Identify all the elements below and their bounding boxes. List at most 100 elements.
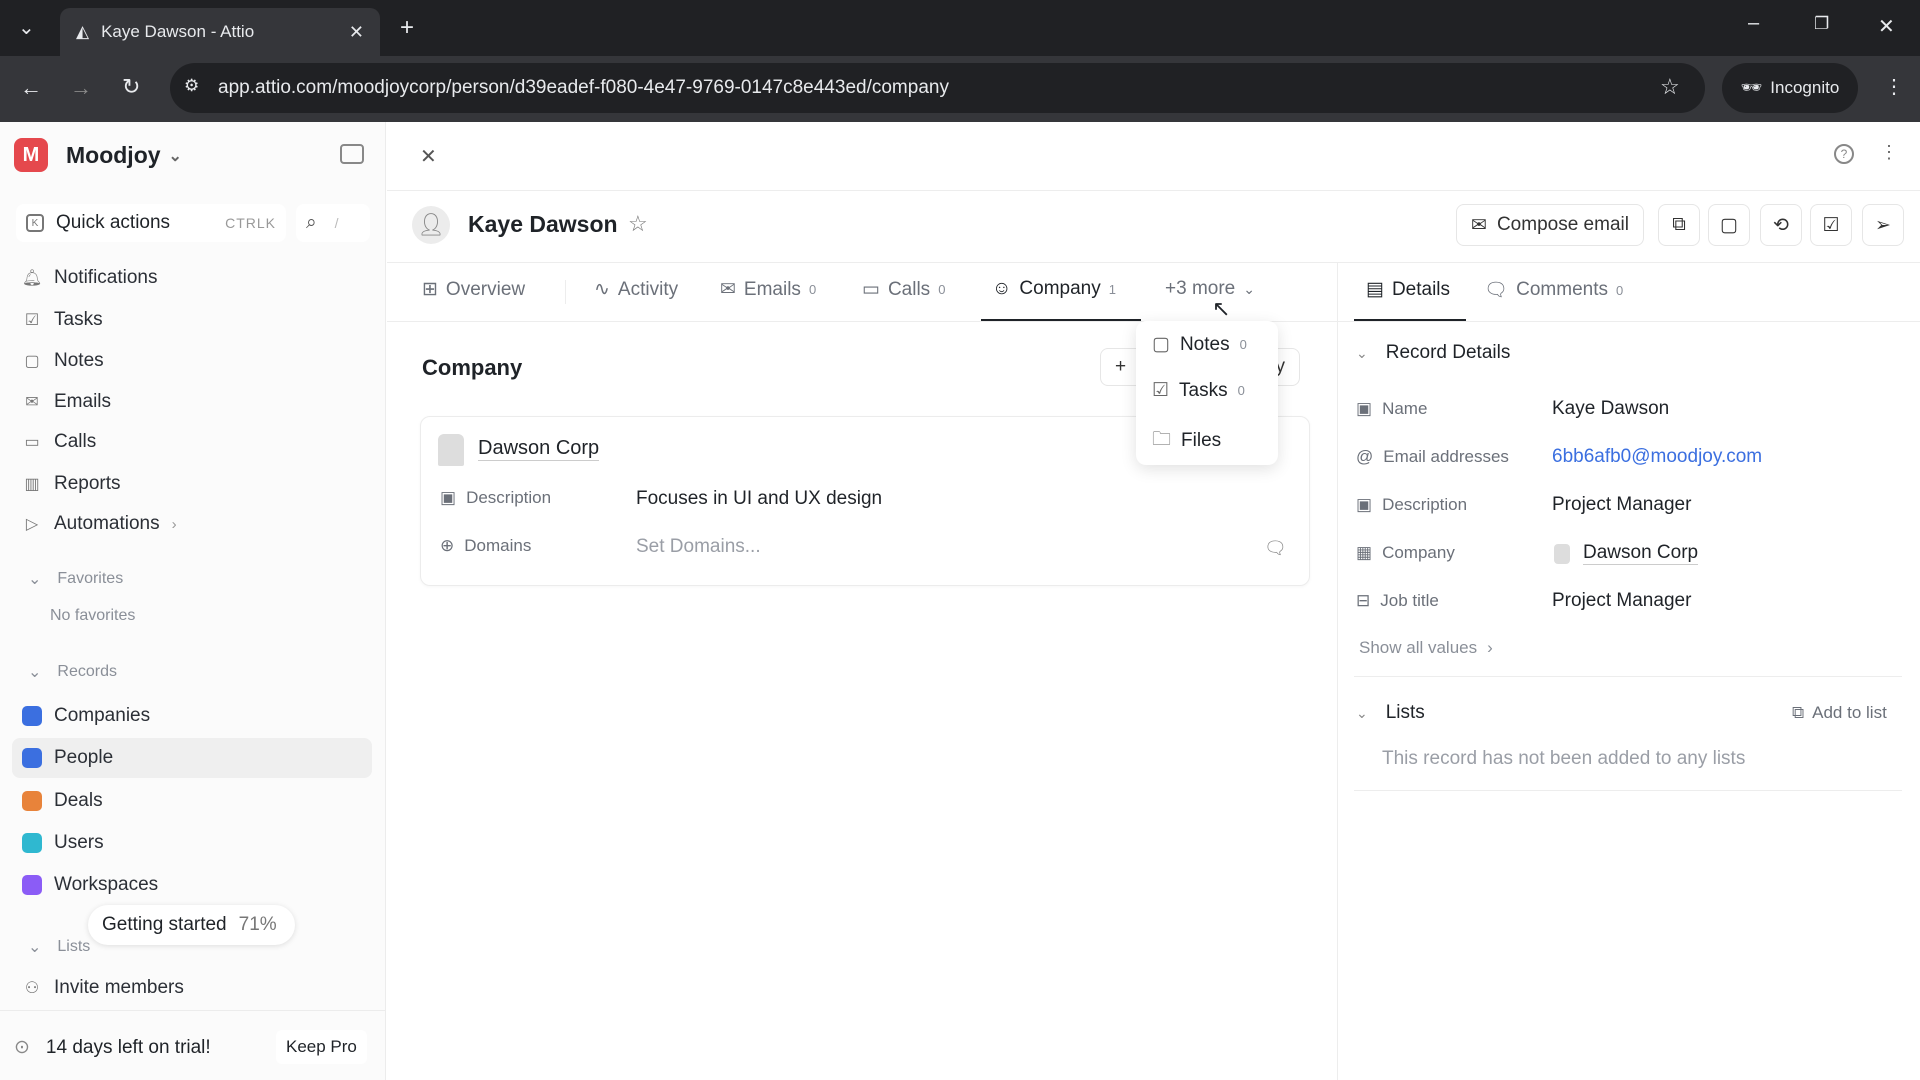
records-header[interactable]: ⌄ Records xyxy=(28,662,117,682)
chevron-right-icon: › xyxy=(171,515,177,533)
checkbox-icon: ☑ xyxy=(24,312,40,329)
nav-label: Users xyxy=(54,832,104,853)
tab-comments[interactable]: 🗨︎ Comments 0 xyxy=(1484,278,1623,302)
forward-icon[interactable]: → xyxy=(70,75,92,101)
tab-details[interactable]: ▤ Details xyxy=(1366,278,1450,301)
close-tab-icon[interactable]: ✕ xyxy=(349,22,364,43)
panel-divider xyxy=(1337,262,1338,1080)
video-icon: ▭ xyxy=(862,279,880,300)
search-shortcut: / xyxy=(334,215,339,231)
minimize-icon[interactable]: – xyxy=(1748,12,1759,35)
add-note-icon[interactable]: ▢ xyxy=(1708,204,1750,246)
favorites-header[interactable]: ⌄ Favorites xyxy=(28,569,123,589)
company-icon: ☺ xyxy=(992,278,1012,299)
quick-actions-label: Quick actions xyxy=(56,212,171,233)
workspace-switcher[interactable]: Moodjoy ⌄ xyxy=(66,142,182,169)
workspace-name: Moodjoy xyxy=(66,142,161,168)
back-icon[interactable]: ← xyxy=(20,75,42,101)
sidebar-item-calls[interactable]: ▭ Calls xyxy=(22,424,96,460)
send-icon[interactable]: ➢ xyxy=(1862,204,1904,246)
sidebar-item-automations[interactable]: ▷ Automations › xyxy=(22,506,177,542)
sidebar-item-notifications[interactable]: 🔔︎ Notifications xyxy=(22,260,158,296)
menu-label: Notes xyxy=(1179,333,1230,355)
sidebar-item-users[interactable]: Users xyxy=(22,825,104,861)
bookmark-star-icon[interactable]: ☆ xyxy=(1660,74,1680,100)
site-info-icon[interactable]: ⚙ xyxy=(184,76,199,96)
add-to-list-button[interactable]: ⧉ Add to list xyxy=(1792,703,1887,723)
more-options-icon[interactable]: ⋮ xyxy=(1880,142,1898,163)
name-value[interactable]: Kaye Dawson xyxy=(1552,398,1669,420)
sidebar-item-deals[interactable]: Deals xyxy=(22,783,103,819)
browser-menu-icon[interactable]: ⋮ xyxy=(1884,74,1904,99)
divider xyxy=(387,190,1920,191)
lists-empty-text: This record has not been added to any li… xyxy=(1382,748,1746,769)
add-workflow-icon[interactable]: ⟲ xyxy=(1760,204,1802,246)
getting-started-pill[interactable]: Getting started 71% xyxy=(88,905,295,945)
tab-activity[interactable]: ∿ Activity xyxy=(594,278,678,301)
tab-company[interactable]: ☺ Company 1 xyxy=(992,278,1116,300)
add-task-icon[interactable]: ☑ xyxy=(1810,204,1852,246)
toggle-sidebar-icon[interactable] xyxy=(340,144,364,164)
reload-icon[interactable]: ↻ xyxy=(122,74,140,100)
section-title: Company xyxy=(422,355,523,380)
sidebar-item-reports[interactable]: ▥ Reports xyxy=(22,466,120,502)
menu-item-files[interactable]: 🗀 Files xyxy=(1152,425,1221,457)
field-label: Company xyxy=(1382,543,1455,562)
nav-label: Workspaces xyxy=(54,874,159,895)
search-button[interactable]: ⌕ / xyxy=(296,204,370,242)
menu-count: 0 xyxy=(1237,383,1245,398)
building-icon: ▦ xyxy=(1356,543,1373,562)
email-link[interactable]: 6bb6afb0@moodjoy.com xyxy=(1552,446,1762,468)
tab-calls[interactable]: ▭ Calls 0 xyxy=(862,278,945,301)
favorite-star-icon[interactable]: ☆ xyxy=(628,211,648,237)
lists-header[interactable]: ⌄ Lists xyxy=(28,937,90,957)
command-icon: K xyxy=(26,214,44,232)
lists-section-header[interactable]: ⌄ Lists xyxy=(1356,702,1425,724)
sidebar-item-companies[interactable]: Companies xyxy=(22,698,150,734)
domains-input[interactable]: Set Domains... xyxy=(636,536,761,558)
compose-email-button[interactable]: ✉ Compose email xyxy=(1456,204,1644,246)
comment-icon[interactable]: 🗨︎ xyxy=(1264,538,1287,559)
record-details-header[interactable]: ⌄ Record Details xyxy=(1356,342,1510,364)
chevron-right-icon: › xyxy=(1487,638,1493,657)
menu-item-tasks[interactable]: ☑ Tasks 0 xyxy=(1152,379,1245,402)
divider xyxy=(565,280,566,304)
mail-icon: ✉ xyxy=(25,394,39,411)
trial-text: 14 days left on trial! xyxy=(45,1036,211,1058)
description-value[interactable]: Project Manager xyxy=(1552,494,1691,516)
sidebar-item-workspaces[interactable]: Workspaces xyxy=(22,867,158,903)
job-title-value[interactable]: Project Manager xyxy=(1552,590,1691,612)
close-record-icon[interactable]: ✕ xyxy=(420,144,437,169)
url-bar[interactable]: app.attio.com/moodjoycorp/person/d39eade… xyxy=(170,63,1705,113)
show-all-values-link[interactable]: Show all values › xyxy=(1359,638,1493,658)
video-icon: ▭ xyxy=(24,434,40,451)
tab-more[interactable]: +3 more ⌄ xyxy=(1165,278,1255,300)
quick-actions-button[interactable]: K Quick actions CTRLK xyxy=(16,204,286,242)
tab-title: Kaye Dawson - Attio xyxy=(101,22,255,41)
restore-icon[interactable]: ❐ xyxy=(1814,14,1829,34)
incognito-icon: 🕶 xyxy=(1740,78,1763,97)
description-value[interactable]: Focuses in UI and UX design xyxy=(636,488,882,510)
close-window-icon[interactable]: ✕ xyxy=(1878,14,1895,39)
sidebar-item-people[interactable]: People xyxy=(22,740,113,776)
keep-pro-button[interactable]: Keep Pro xyxy=(276,1030,367,1064)
sidebar-item-emails[interactable]: ✉ Emails xyxy=(22,384,111,420)
company-link[interactable]: Dawson Corp xyxy=(1583,542,1699,565)
new-tab-icon[interactable]: + xyxy=(400,14,414,42)
sidebar-item-notes[interactable]: ▢ Notes xyxy=(22,343,103,379)
field-label: Domains xyxy=(464,536,532,555)
help-icon[interactable]: ? xyxy=(1834,144,1854,164)
sidebar-item-tasks[interactable]: ☑ Tasks xyxy=(22,302,103,338)
browser-tab[interactable]: ◭ Kaye Dawson - Attio ✕ xyxy=(60,8,380,56)
user-plus-icon: ⚇ xyxy=(24,980,40,997)
menu-item-notes[interactable]: ▢ Notes 0 xyxy=(1152,333,1247,356)
company-logo xyxy=(1554,544,1570,564)
tab-overview[interactable]: ⊞ Overview xyxy=(422,278,525,301)
company-link[interactable]: Dawson Corp xyxy=(478,437,600,461)
invite-members[interactable]: ⚇ Invite members xyxy=(22,970,184,1006)
tab-search-icon[interactable]: ⌄ xyxy=(18,15,35,40)
tab-emails[interactable]: ✉ Emails 0 xyxy=(720,278,816,301)
incognito-badge[interactable]: 🕶 Incognito xyxy=(1722,63,1858,113)
domains-label: ⊕ Domains xyxy=(440,536,531,556)
add-to-list-icon[interactable]: ⧉ xyxy=(1658,204,1700,246)
